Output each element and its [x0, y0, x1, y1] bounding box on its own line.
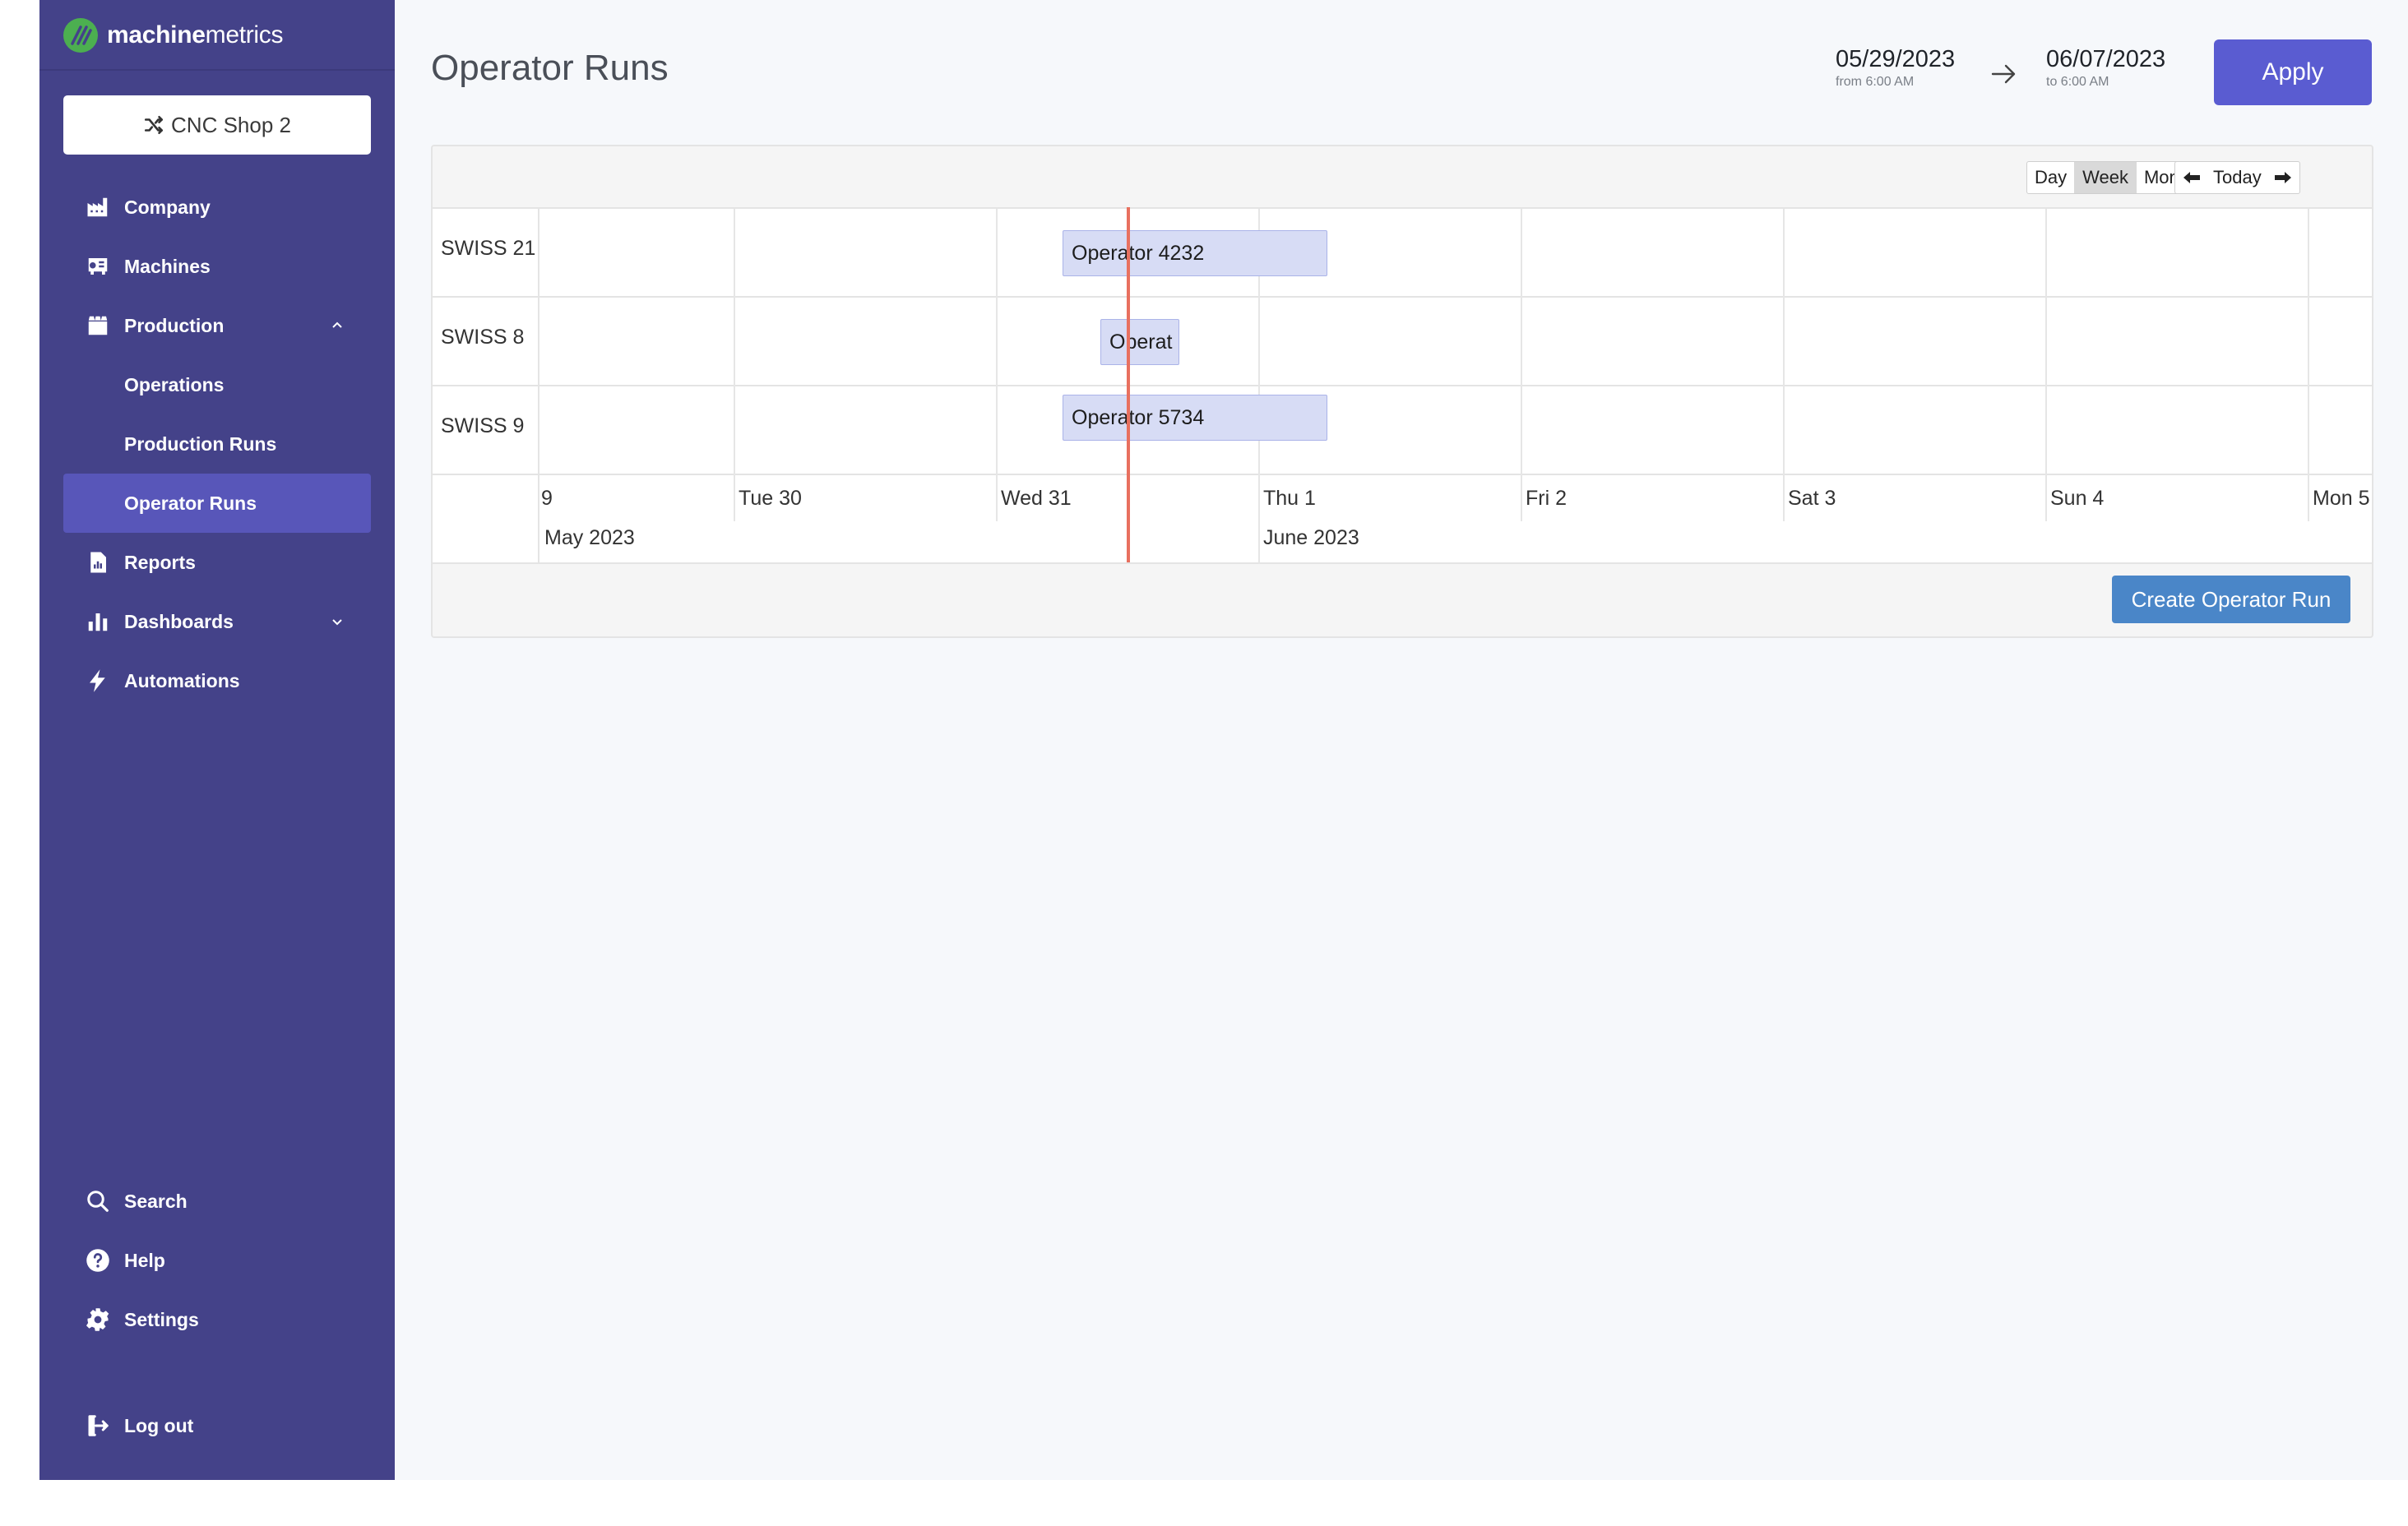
- help-icon: [85, 1247, 111, 1274]
- sidebar-item-label: Dashboards: [124, 610, 234, 632]
- sidebar-item-label: Operator Runs: [124, 492, 257, 514]
- day-axis-label: Sat 3: [1788, 487, 1836, 510]
- sidebar-item-automations[interactable]: Automations: [63, 651, 371, 710]
- row-divider: [433, 296, 2372, 298]
- factory-icon: [85, 194, 111, 220]
- timeline-grid: SWISS 21 SWISS 8 SWISS 9 Operator 4232 O…: [433, 207, 2372, 564]
- sidebar-item-label: Help: [124, 1249, 165, 1271]
- operator-run-bar[interactable]: Operat: [1100, 319, 1179, 365]
- operator-run-bar[interactable]: Operator 4232: [1063, 230, 1327, 276]
- sidebar-item-search[interactable]: Search: [63, 1172, 371, 1231]
- search-icon: [85, 1188, 111, 1214]
- divider: [39, 69, 395, 71]
- row-divider: [433, 385, 2372, 386]
- timeline-panel: Day Week Month Today SWISS 21 SWISS 8 SW…: [431, 145, 2373, 638]
- group-label: SWISS 21: [441, 237, 536, 260]
- machinemetrics-logo-icon: [63, 18, 98, 53]
- arrow-right-icon: [2274, 172, 2291, 183]
- next-button[interactable]: [2267, 162, 2299, 193]
- month-axis-label: June 2023: [1263, 526, 1359, 549]
- day-axis-label: Sun 4: [2050, 487, 2105, 510]
- machine-icon: [85, 253, 111, 280]
- sidebar-item-label: Production: [124, 314, 225, 336]
- view-day-button[interactable]: Day: [2027, 162, 2076, 193]
- day-gridline: [1521, 209, 1522, 521]
- chevron-up-icon: [332, 321, 342, 328]
- chevron-down-icon: [332, 619, 342, 626]
- sidebar-item-label: Company: [124, 196, 211, 218]
- row-divider: [433, 474, 2372, 475]
- day-axis-label: Tue 30: [739, 487, 802, 510]
- date-to-sublabel: to 6:00 AM: [2046, 75, 2109, 89]
- date-from[interactable]: 05/29/2023 from 6:00 AM: [1836, 46, 1955, 90]
- view-week-button[interactable]: Week: [2075, 162, 2137, 193]
- sidebar-item-operator-runs[interactable]: Operator Runs: [63, 474, 371, 533]
- shop-switcher-button[interactable]: CNC Shop 2: [63, 95, 371, 155]
- production-icon: [85, 312, 111, 339]
- bar-chart-icon: [85, 608, 111, 635]
- shuffle-icon: [144, 115, 164, 135]
- label-column-divider: [538, 209, 539, 564]
- gear-icon: [85, 1306, 111, 1333]
- apply-button[interactable]: Apply: [2214, 39, 2372, 105]
- logo[interactable]: machinemetrics: [63, 15, 284, 56]
- day-gridline: [2308, 209, 2309, 521]
- sidebar-item-machines[interactable]: Machines: [63, 237, 371, 296]
- day-gridline: [996, 209, 998, 521]
- create-operator-run-button[interactable]: Create Operator Run: [2112, 576, 2350, 623]
- sidebar-item-label: Production Runs: [124, 432, 277, 455]
- sidebar: machinemetrics CNC Shop 2 Company Machin…: [39, 0, 395, 1480]
- group-label: SWISS 8: [441, 326, 525, 349]
- day-axis-label: Fri 2: [1526, 487, 1567, 510]
- date-from-sublabel: from 6:00 AM: [1836, 75, 1915, 89]
- sidebar-item-company[interactable]: Company: [63, 178, 371, 237]
- day-gridline: [1783, 209, 1785, 521]
- page-title: Operator Runs: [431, 48, 669, 88]
- day-gridline: [2045, 209, 2047, 521]
- timeline-nav: Today: [2174, 161, 2300, 194]
- sidebar-item-production[interactable]: Production: [63, 296, 371, 355]
- previous-button[interactable]: [2175, 162, 2208, 193]
- arrow-left-icon: [2183, 172, 2200, 183]
- brand-name: machinemetrics: [107, 21, 284, 49]
- lightning-icon: [85, 668, 111, 694]
- sidebar-item-dashboards[interactable]: Dashboards: [63, 592, 371, 651]
- sidebar-item-label: Operations: [124, 373, 225, 395]
- sidebar-item-label: Machines: [124, 255, 211, 277]
- day-axis-label: 9: [541, 487, 553, 510]
- main-content: Operator Runs 05/29/2023 from 6:00 AM 06…: [395, 0, 2408, 1480]
- date-to[interactable]: 06/07/2023 to 6:00 AM: [2046, 46, 2165, 90]
- date-from-value: 05/29/2023: [1836, 46, 1956, 72]
- sidebar-item-label: Settings: [124, 1308, 199, 1330]
- operator-run-bar[interactable]: Operator 5734: [1063, 395, 1327, 441]
- sidebar-item-logout[interactable]: Log out: [63, 1396, 371, 1455]
- sidebar-item-reports[interactable]: Reports: [63, 533, 371, 592]
- day-axis-label: Thu 1: [1263, 487, 1316, 510]
- window-bottom-margin: [0, 1480, 2408, 1526]
- sidebar-item-label: Automations: [124, 669, 240, 691]
- current-time-marker: [1127, 207, 1130, 562]
- day-axis-label: Wed 31: [1001, 487, 1072, 510]
- sidebar-item-settings[interactable]: Settings: [63, 1290, 371, 1349]
- day-axis-label: Mon 5: [2313, 487, 2370, 510]
- logout-icon: [85, 1413, 111, 1439]
- shop-switcher-label: CNC Shop 2: [171, 112, 291, 137]
- sidebar-item-help[interactable]: Help: [63, 1231, 371, 1290]
- day-gridline: [734, 209, 735, 521]
- sidebar-item-operations[interactable]: Operations: [63, 355, 371, 414]
- sidebar-item-label: Search: [124, 1190, 188, 1212]
- today-button[interactable]: Today: [2208, 162, 2267, 193]
- sidebar-item-production-runs[interactable]: Production Runs: [63, 414, 371, 474]
- sidebar-item-label: Reports: [124, 551, 196, 573]
- report-icon: [85, 549, 111, 576]
- date-to-value: 06/07/2023: [2046, 46, 2166, 72]
- group-label: SWISS 9: [441, 414, 525, 437]
- sidebar-item-label: Log out: [124, 1414, 194, 1436]
- arrow-right-icon: [1991, 64, 2016, 84]
- month-axis-label: May 2023: [544, 526, 635, 549]
